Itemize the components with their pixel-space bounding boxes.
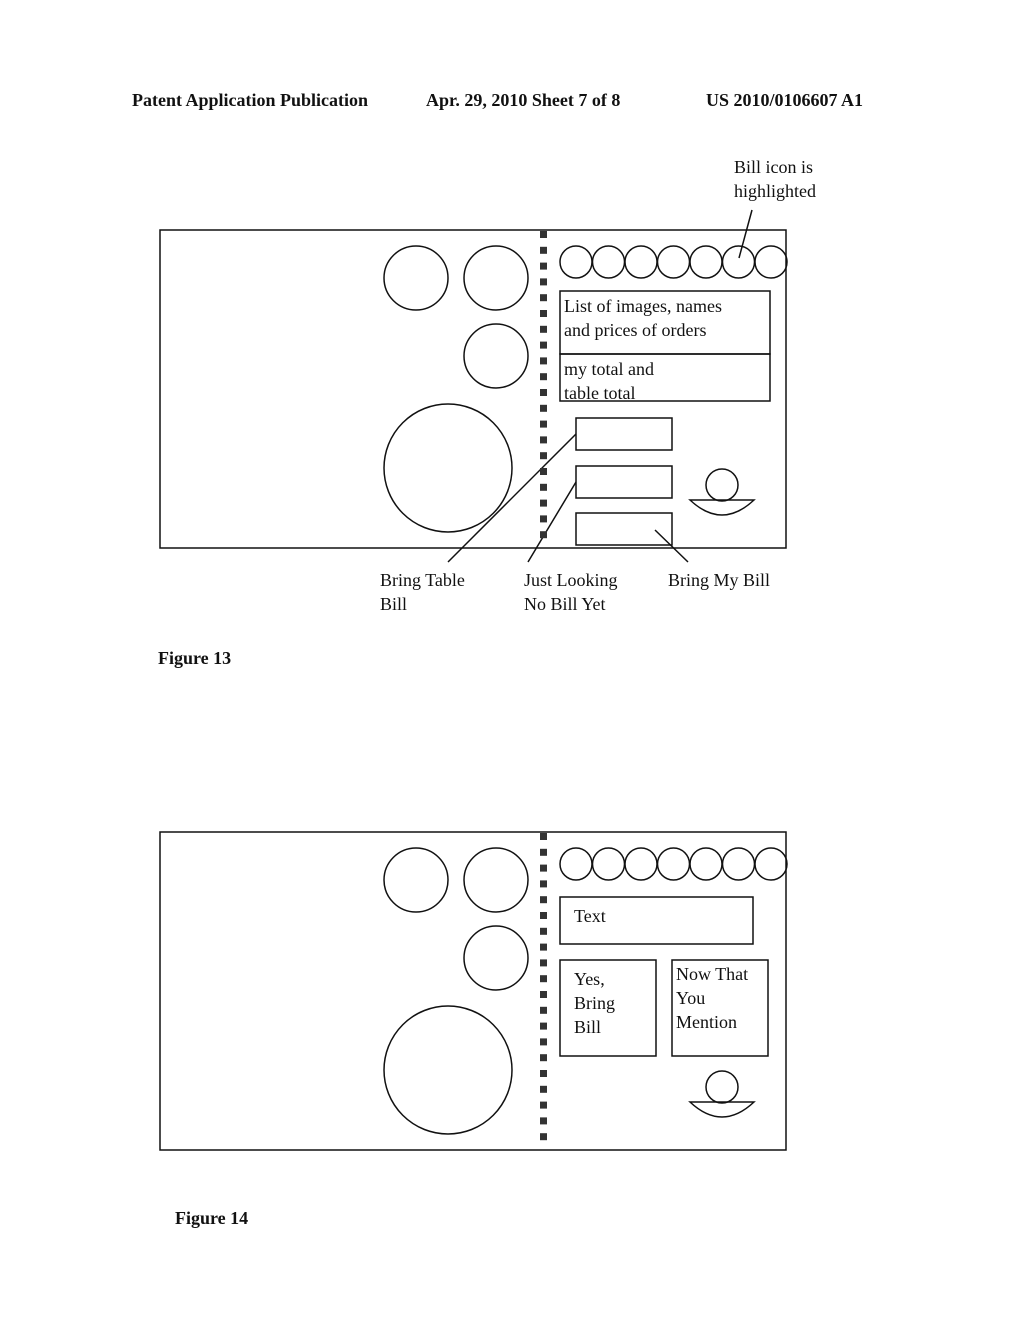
fig13-just-looking-button[interactable] — [575, 465, 673, 499]
fig14-divider-dot — [540, 927, 547, 935]
fig13-divider-dot — [540, 310, 547, 317]
fig13-menu-icon-7[interactable] — [754, 245, 788, 279]
fig13-bring-my-bill-button[interactable] — [575, 512, 673, 546]
fig14-divider-dot — [540, 1133, 547, 1141]
figures-drawing — [159, 209, 788, 1151]
fig13-table-circle-3 — [463, 323, 529, 389]
fig14-table-circle-large — [383, 1005, 513, 1135]
fig13-divider-dot — [540, 341, 547, 349]
fig14-divider-dot — [540, 1038, 547, 1046]
figure-13-caption: Figure 13 — [158, 648, 232, 668]
fig14-menu-icon-6[interactable] — [721, 847, 756, 881]
fig14-menu-icon-1[interactable] — [559, 847, 593, 881]
fig13-order-list-text: List of images, names and prices of orde… — [564, 296, 722, 340]
fig14-divider-dot — [540, 880, 547, 888]
fig13-bring-table-bill-button[interactable] — [575, 417, 673, 451]
fig13-divider-dot — [540, 294, 547, 302]
fig14-menu-icon-2[interactable] — [591, 847, 626, 881]
fig13-divider-dot — [540, 531, 547, 539]
fig14-menu-icon-5[interactable] — [689, 847, 723, 881]
fig14-waiter-icon — [688, 1070, 756, 1118]
figure-14-caption: Figure 14 — [175, 1208, 249, 1228]
fig14-divider-dot — [540, 864, 547, 872]
fig13-divider-dot — [540, 499, 547, 507]
fig13-divider-dot — [540, 404, 547, 412]
fig13-divider-dot — [540, 246, 547, 254]
fig14-divider-dot — [540, 912, 547, 919]
fig13-divider-dot — [540, 436, 547, 444]
fig13-waiter-icon — [688, 468, 756, 516]
fig14-table-circle-3 — [463, 925, 529, 991]
fig14-divider-dot — [540, 991, 547, 998]
fig14-now-that-you-mention-label: Now That You Mention — [676, 964, 749, 1032]
fig14-table-circle-1 — [383, 847, 449, 913]
fig13-menu-icon-4[interactable] — [656, 245, 691, 279]
fig13-label-just-looking: Just Looking No Bill Yet — [524, 570, 618, 614]
fig14-divider-dot — [540, 896, 547, 904]
fig14-text-label: Text — [574, 906, 606, 926]
fig13-menu-icon-6[interactable] — [721, 245, 756, 279]
fig14-divider-dot — [540, 1101, 547, 1109]
fig13-bill-icon-callout: Bill icon is highlighted — [734, 157, 816, 201]
leader-just-looking — [527, 481, 577, 563]
fig13-label-bring-my-bill: Bring My Bill — [668, 570, 771, 590]
fig13-divider-dot — [540, 468, 547, 475]
fig14-divider-dot — [540, 1117, 547, 1125]
fig13-divider-dot — [540, 483, 547, 491]
fig14-divider-dot — [540, 1070, 547, 1077]
fig13-divider-dot — [540, 278, 547, 286]
fig14-divider-dot — [540, 959, 547, 967]
fig13-divider-dot — [540, 389, 547, 396]
fig14-divider-dot — [540, 1022, 547, 1030]
fig14-table-circle-2 — [463, 847, 529, 913]
fig13-menu-icon-2[interactable] — [591, 245, 626, 279]
fig13-divider-dot — [540, 357, 547, 365]
fig13-menu-icon-1[interactable] — [559, 245, 593, 279]
fig13-label-bring-table-bill: Bring Table Bill — [380, 570, 465, 614]
fig13-divider-dot — [540, 373, 547, 381]
fig13-menu-icon-3[interactable] — [624, 245, 658, 279]
fig14-yes-bring-bill-label: Yes, Bring Bill — [574, 969, 616, 1037]
fig13-menu-icon-5[interactable] — [689, 245, 723, 279]
fig13-table-circle-large — [383, 403, 513, 533]
fig13-divider-dot — [540, 325, 547, 333]
fig14-divider-dot — [540, 833, 547, 840]
fig13-divider-dot — [540, 420, 547, 428]
fig14-menu-icon-7[interactable] — [754, 847, 788, 881]
fig14-divider-dot — [540, 848, 547, 856]
leader-bring-table-bill — [447, 433, 577, 563]
fig13-divider-dot — [540, 515, 547, 523]
fig13-totals-text: my total and table total — [564, 359, 654, 403]
fig14-divider-dot — [540, 943, 547, 951]
fig13-divider-dot — [540, 231, 547, 238]
fig13-divider-dot — [540, 262, 547, 270]
fig14-divider-dot — [540, 975, 547, 983]
fig14-divider-dot — [540, 1006, 547, 1014]
fig14-divider-dot — [540, 1085, 547, 1093]
fig14-menu-icon-4[interactable] — [656, 847, 691, 881]
fig13-table-circle-2 — [463, 245, 529, 311]
fig14-divider-dot — [540, 1054, 547, 1062]
fig13-divider-dot — [540, 452, 547, 460]
fig14-menu-icon-3[interactable] — [624, 847, 658, 881]
fig13-table-circle-1 — [383, 245, 449, 311]
